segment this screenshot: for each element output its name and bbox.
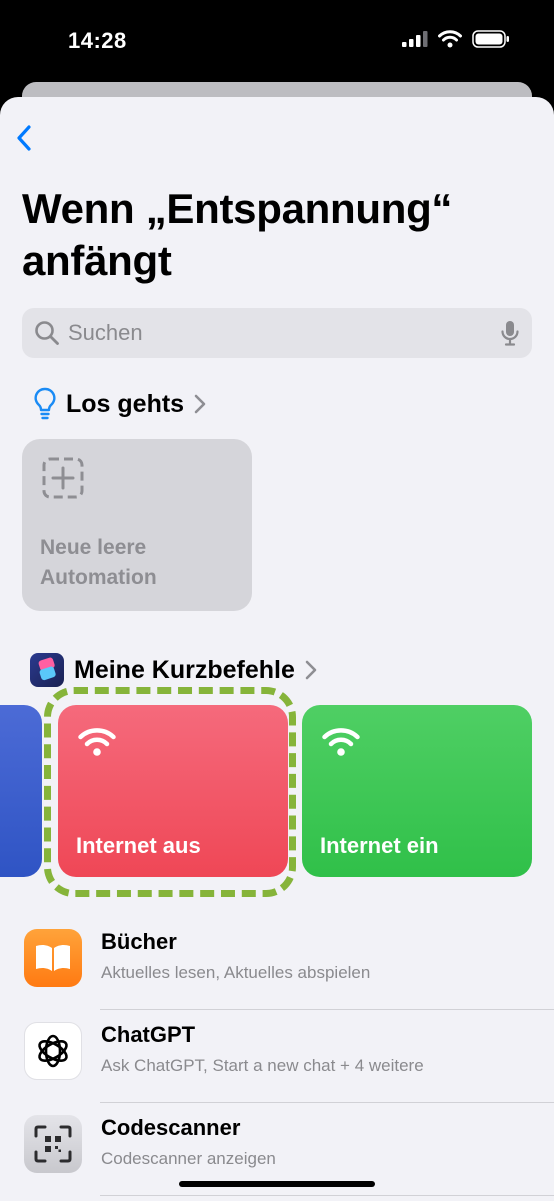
new-empty-automation-tile[interactable]: Neue leere Automation	[22, 439, 252, 611]
section-header-getting-started[interactable]: Los gehts	[34, 387, 206, 421]
app-name: Bücher	[101, 929, 177, 954]
shortcut-cards: Internet aus Internet ein	[0, 705, 554, 877]
shortcut-card-internet-on[interactable]: Internet ein	[302, 705, 532, 877]
shortcut-card-internet-off[interactable]: Internet aus	[58, 705, 288, 877]
books-app-icon	[24, 929, 82, 987]
app-subtitle: Ask ChatGPT, Start a new chat + 4 weiter…	[101, 1056, 424, 1075]
search-placeholder: Suchen	[68, 320, 143, 345]
section-header-my-shortcuts[interactable]: Meine Kurzbefehle	[30, 653, 317, 687]
card-label: Internet aus	[76, 833, 201, 858]
section-title: Meine Kurzbefehle	[74, 655, 295, 684]
battery-icon	[472, 30, 509, 48]
chevron-right-icon	[305, 660, 317, 680]
chevron-right-icon	[194, 394, 206, 414]
lightbulb-icon	[34, 387, 56, 420]
status-bar: 14:28	[0, 0, 554, 84]
status-icons	[402, 30, 510, 48]
codescanner-app-icon	[24, 1115, 82, 1173]
status-time: 14:28	[68, 28, 127, 53]
list-item-buecher[interactable]: Bücher Aktuelles lesen, Aktuelles abspie…	[0, 917, 554, 1010]
automation-sheet: Wenn „Entspannung“ anfängt Suchen Los ge…	[0, 97, 554, 1201]
section-title: Los gehts	[66, 389, 185, 418]
divider	[100, 1195, 554, 1196]
search-field[interactable]: Suchen	[22, 308, 532, 358]
app-subtitle: Codescanner anzeigen	[101, 1149, 276, 1168]
dashed-plus-icon	[42, 457, 84, 499]
home-indicator[interactable]	[179, 1181, 375, 1187]
tile-label: Neue leere Automation	[40, 536, 157, 589]
wifi-icon	[322, 728, 360, 756]
microphone-icon[interactable]	[500, 319, 520, 347]
page-title: Wenn „Entspannung“ anfängt	[22, 185, 453, 284]
search-icon	[35, 321, 59, 345]
back-button[interactable]	[12, 121, 36, 155]
app-list: Bücher Aktuelles lesen, Aktuelles abspie…	[0, 917, 554, 1196]
signal-icon	[402, 31, 428, 47]
app-name: ChatGPT	[101, 1022, 196, 1047]
chevron-left-icon	[17, 125, 31, 151]
wifi-icon	[78, 728, 116, 756]
shortcut-card-partial[interactable]	[0, 705, 42, 877]
app-subtitle: Aktuelles lesen, Aktuelles abspielen	[101, 963, 371, 982]
chatgpt-app-icon	[24, 1022, 82, 1080]
wifi-icon	[438, 30, 462, 48]
card-label: Internet ein	[320, 833, 439, 858]
app-name: Codescanner	[101, 1115, 241, 1140]
shortcuts-app-icon	[30, 653, 64, 687]
list-item-chatgpt[interactable]: ChatGPT Ask ChatGPT, Start a new chat + …	[0, 1010, 554, 1103]
